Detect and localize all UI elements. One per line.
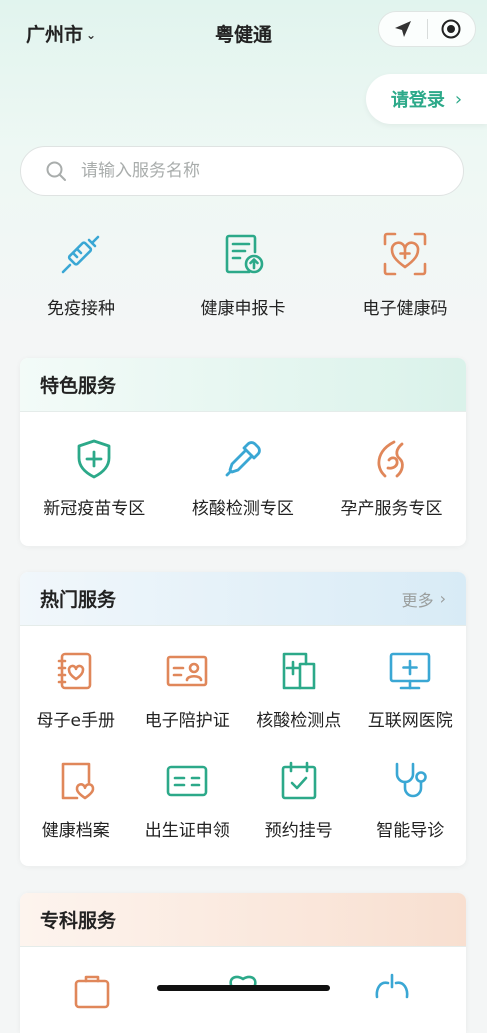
featured-services-grid: 新冠疫苗专区 核酸检测专区 孕产服务专区 <box>20 412 466 519</box>
monitor-plus-icon <box>389 652 431 690</box>
service-label: 健康档案 <box>41 821 110 841</box>
service-label: 智能导诊 <box>376 821 445 841</box>
service-birth-certificate[interactable]: 出生证申领 <box>132 758 244 866</box>
quick-item-health-declaration[interactable]: 健康申报卡 <box>162 228 324 319</box>
birth-certificate-icon <box>166 765 208 797</box>
specialty-services-card: 专科服务 <box>20 893 466 1033</box>
app-header: 广州市 ⌄ 粤健通 <box>0 0 487 62</box>
health-record-icon <box>61 762 95 800</box>
pregnancy-icon <box>378 440 405 478</box>
chevron-right-icon: › <box>454 88 463 110</box>
more-label: 更多 <box>401 590 434 610</box>
featured-services-card: 特色服务 新冠疫苗专区 核酸检测专区 孕产服务专区 <box>20 358 466 546</box>
quick-item-label: 免疫接种 <box>47 299 115 319</box>
service-label: 电子陪护证 <box>144 711 230 731</box>
heart-scan-icon <box>383 232 427 276</box>
quick-entries: 免疫接种 健康申报卡 电子健康码 <box>0 228 487 319</box>
section-title: 热门服务 <box>40 589 117 611</box>
dropper-icon <box>225 441 261 477</box>
lungs-icon <box>375 973 409 999</box>
service-label: 母子e手册 <box>36 711 115 731</box>
search-input[interactable] <box>79 160 423 182</box>
login-button[interactable]: 请登录 › <box>366 74 487 124</box>
login-label: 请登录 <box>390 90 445 111</box>
calendar-check-icon <box>281 761 317 800</box>
hot-services-grid: 母子e手册 电子陪护证 核酸检测点 互联网医院 健康档案 出生证申领 预约挂号 … <box>20 626 466 866</box>
close-mini-program-button[interactable] <box>427 12 475 46</box>
more-link[interactable]: 更多 › <box>402 587 446 611</box>
stethoscope-icon <box>395 762 428 798</box>
service-smart-triage[interactable]: 智能导诊 <box>355 758 467 866</box>
section-title: 特色服务 <box>40 375 117 397</box>
location-button[interactable] <box>379 12 427 46</box>
service-label: 孕产服务专区 <box>340 499 443 519</box>
id-card-icon <box>166 655 208 687</box>
service-nucleic-test-zone[interactable]: 核酸检测专区 <box>169 436 318 519</box>
test-site-icon <box>282 652 316 690</box>
service-label: 互联网医院 <box>367 711 453 731</box>
quick-item-immunization[interactable]: 免疫接种 <box>0 228 162 319</box>
service-health-record[interactable]: 健康档案 <box>20 758 132 866</box>
medical-kit-icon <box>74 975 110 1009</box>
service-label: 核酸检测专区 <box>191 499 294 519</box>
location-arrow-icon <box>394 21 411 37</box>
search-bar[interactable] <box>20 146 464 196</box>
home-indicator <box>157 985 330 991</box>
shield-plus-icon <box>77 439 111 479</box>
specialty-services-header: 专科服务 <box>20 893 466 947</box>
hot-services-header: 热门服务 更多 › <box>20 572 466 626</box>
service-e-escort-card[interactable]: 电子陪护证 <box>132 648 244 758</box>
target-icon <box>441 19 461 39</box>
service-label: 核酸检测点 <box>256 711 342 731</box>
handbook-icon <box>57 652 92 690</box>
tooth-icon <box>229 975 257 987</box>
service-mother-child-handbook[interactable]: 母子e手册 <box>20 648 132 758</box>
quick-item-label: 电子健康码 <box>362 299 448 319</box>
section-title: 专科服务 <box>40 910 117 932</box>
quick-item-health-code[interactable]: 电子健康码 <box>324 228 486 319</box>
featured-services-header: 特色服务 <box>20 358 466 412</box>
service-maternity-zone[interactable]: 孕产服务专区 <box>317 436 466 519</box>
service-covid-vaccine[interactable]: 新冠疫苗专区 <box>20 436 169 519</box>
service-label: 出生证申领 <box>144 821 230 841</box>
upload-document-icon <box>225 234 264 274</box>
mini-program-capsule <box>378 11 476 47</box>
quick-item-label: 健康申报卡 <box>200 299 286 319</box>
service-label: 新冠疫苗专区 <box>43 499 146 519</box>
service-appointment[interactable]: 预约挂号 <box>243 758 355 866</box>
service-nucleic-test-site[interactable]: 核酸检测点 <box>243 648 355 758</box>
search-icon <box>46 161 66 181</box>
chevron-right-icon: › <box>439 589 446 608</box>
service-label: 预约挂号 <box>264 821 333 841</box>
service-internet-hospital[interactable]: 互联网医院 <box>355 648 467 758</box>
specialty-services-grid <box>20 947 466 1009</box>
syringe-icon <box>61 235 100 274</box>
hot-services-card: 热门服务 更多 › 母子e手册 电子陪护证 核酸检测点 互联网医院 健康档案 出… <box>20 572 466 866</box>
